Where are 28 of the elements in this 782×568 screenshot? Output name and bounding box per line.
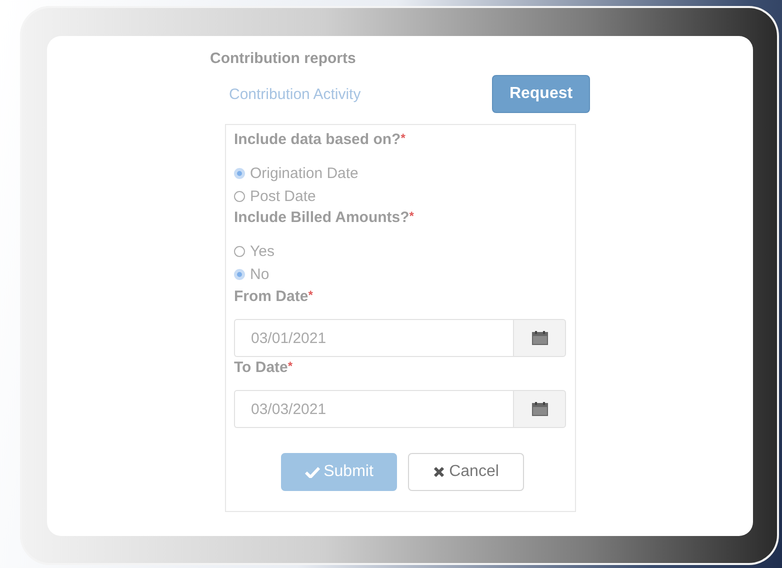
option-label: Yes xyxy=(250,243,274,260)
request-button[interactable]: Request xyxy=(492,75,590,113)
required-asterisk: * xyxy=(400,131,406,147)
question-label: Include data based on? xyxy=(234,131,401,148)
radio-button[interactable] xyxy=(234,191,245,202)
radio-button[interactable] xyxy=(234,168,245,179)
required-asterisk: * xyxy=(308,288,313,304)
question-label: Include Billed Amounts? xyxy=(234,209,410,226)
date-input-field[interactable]: 03/03/2021 xyxy=(234,390,513,428)
field-label: From Date xyxy=(234,288,308,305)
close-icon xyxy=(433,466,446,478)
cancel-button[interactable]: Cancel xyxy=(408,453,524,491)
calendar-icon xyxy=(532,331,548,345)
page-title: Contribution reports xyxy=(210,50,357,67)
checkmark-icon xyxy=(304,466,320,478)
option-label: Origination Date xyxy=(250,165,358,182)
option-label: No xyxy=(250,266,270,283)
report-link[interactable]: Contribution Activity xyxy=(229,86,361,102)
radio-button[interactable] xyxy=(234,269,245,280)
field-label: To Date xyxy=(234,359,288,376)
radio-button[interactable] xyxy=(234,246,245,257)
calendar-button[interactable] xyxy=(513,319,566,357)
calendar-button[interactable] xyxy=(513,390,566,428)
date-input-field[interactable]: 03/01/2021 xyxy=(234,319,513,357)
required-asterisk: * xyxy=(288,359,293,375)
required-asterisk: * xyxy=(409,209,414,225)
calendar-icon xyxy=(532,402,548,416)
option-label: Post Date xyxy=(250,188,316,205)
